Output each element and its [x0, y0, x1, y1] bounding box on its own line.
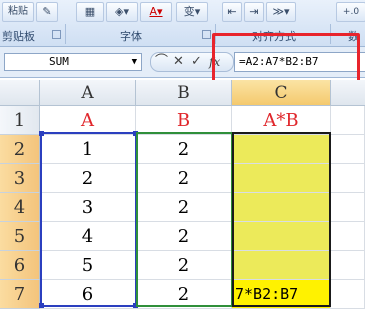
row-header-6[interactable]: 6: [0, 251, 40, 280]
cell-c7-editing[interactable]: 7*B2:B7: [232, 280, 331, 309]
cell-a6[interactable]: 5: [40, 251, 136, 280]
column-header-c[interactable]: C: [232, 80, 331, 106]
cell-a1[interactable]: A: [40, 106, 136, 135]
cell-a3[interactable]: 2: [40, 164, 136, 193]
cell-c5[interactable]: [232, 222, 331, 251]
cell-d5[interactable]: [331, 222, 365, 251]
cell-c1[interactable]: A*B: [232, 106, 331, 135]
expand-icon[interactable]: ⌒: [155, 53, 168, 71]
clipboard-group-label: 剪贴板: [2, 30, 35, 43]
cell-a5[interactable]: 4: [40, 222, 136, 251]
clipboard-launcher-icon[interactable]: [52, 30, 61, 39]
cell-d6[interactable]: [331, 251, 365, 280]
cell-b7[interactable]: 2: [136, 280, 232, 309]
increase-decimal-icon[interactable]: +.0: [336, 2, 365, 22]
phonetic-button[interactable]: 变▾: [176, 2, 208, 22]
row-header-2[interactable]: 2: [0, 135, 40, 164]
select-all-corner[interactable]: [0, 80, 40, 106]
cell-c2[interactable]: [232, 135, 331, 164]
cell-a7[interactable]: 6: [40, 280, 136, 309]
chevron-down-icon[interactable]: ▼: [132, 54, 137, 70]
fill-color-icon[interactable]: ◈▾: [106, 2, 138, 22]
column-header-d[interactable]: [331, 80, 365, 106]
cell-d7[interactable]: [331, 280, 365, 309]
name-box[interactable]: SUM ▼: [4, 53, 142, 71]
border-icon[interactable]: ▦: [76, 2, 104, 22]
column-header-a[interactable]: A: [40, 80, 136, 106]
format-painter-icon[interactable]: ✎: [36, 2, 58, 22]
cell-b1[interactable]: B: [136, 106, 232, 135]
column-header-b[interactable]: B: [136, 80, 232, 106]
cancel-icon[interactable]: ✕: [173, 53, 184, 71]
font-color-button[interactable]: A▾: [140, 2, 172, 22]
orientation-icon[interactable]: ≫▾: [266, 2, 296, 22]
group-separator: [65, 24, 66, 44]
font-group-label: 字体: [120, 30, 142, 43]
row-header-5[interactable]: 5: [0, 222, 40, 251]
decrease-indent-icon[interactable]: ⇤: [222, 2, 242, 22]
cell-b5[interactable]: 2: [136, 222, 232, 251]
paste-button[interactable]: 粘贴: [2, 2, 34, 22]
cell-a2[interactable]: 1: [40, 135, 136, 164]
row-header-7[interactable]: 7: [0, 280, 40, 309]
cell-c6[interactable]: [232, 251, 331, 280]
cell-a4[interactable]: 3: [40, 193, 136, 222]
cell-b6[interactable]: 2: [136, 251, 232, 280]
formula-highlight-box: [212, 33, 360, 85]
cell-b4[interactable]: 2: [136, 193, 232, 222]
cell-d3[interactable]: [331, 164, 365, 193]
row-header-4[interactable]: 4: [0, 193, 40, 222]
cell-d1[interactable]: [331, 106, 365, 135]
cell-d4[interactable]: [331, 193, 365, 222]
cell-c3[interactable]: [232, 164, 331, 193]
enter-check-icon[interactable]: ✓: [191, 53, 202, 71]
cell-c4[interactable]: [232, 193, 331, 222]
row-header-1[interactable]: 1: [0, 106, 40, 135]
cell-d2[interactable]: [331, 135, 365, 164]
increase-indent-icon[interactable]: ⇥: [244, 2, 264, 22]
row-header-3[interactable]: 3: [0, 164, 40, 193]
cell-b2[interactable]: 2: [136, 135, 232, 164]
name-box-value: SUM: [49, 55, 69, 68]
cell-b3[interactable]: 2: [136, 164, 232, 193]
font-launcher-icon[interactable]: [202, 30, 211, 39]
